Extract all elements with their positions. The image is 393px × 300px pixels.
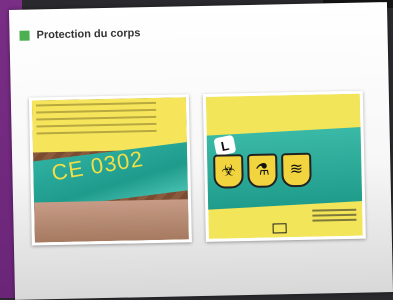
flask-icon: ⚗ bbox=[247, 153, 278, 189]
section-title: Protection du corps bbox=[36, 27, 141, 42]
slide: Protection du corps CE 0302 L ☣ ⚗ ≋ bbox=[9, 2, 393, 300]
marking-box bbox=[272, 223, 287, 234]
water-icon: ≋ bbox=[281, 152, 312, 188]
hazard-pictograms: ☣ ⚗ ≋ bbox=[213, 152, 312, 189]
biohazard-icon: ☣ bbox=[213, 154, 244, 189]
size-label: L bbox=[213, 134, 237, 157]
bag-fine-print bbox=[312, 208, 357, 225]
photo-floor bbox=[34, 199, 189, 243]
ce-marking-photo: CE 0302 bbox=[28, 94, 192, 246]
section-marker bbox=[19, 30, 30, 41]
section-header: Protection du corps bbox=[19, 27, 141, 42]
bag-fine-print bbox=[35, 101, 157, 140]
hazard-pictograms-photo: L ☣ ⚗ ≋ bbox=[202, 90, 366, 242]
